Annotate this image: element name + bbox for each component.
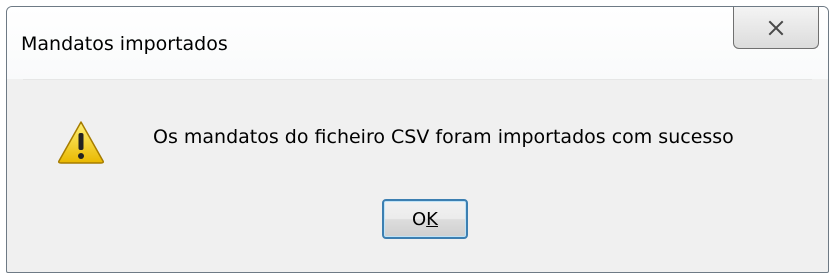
message-dialog: Mandatos importados Os mandatos do fiche… xyxy=(6,6,829,273)
ok-button[interactable]: OK xyxy=(382,199,468,239)
title-bar[interactable]: Mandatos importados xyxy=(7,7,828,79)
dialog-title: Mandatos importados xyxy=(21,33,228,55)
warning-icon xyxy=(58,121,104,164)
ok-button-label: OK xyxy=(412,208,438,230)
close-button[interactable] xyxy=(733,7,819,49)
dialog-content: Os mandatos do ficheiro CSV foram import… xyxy=(23,79,812,258)
close-icon xyxy=(768,20,784,36)
dialog-message: Os mandatos do ficheiro CSV foram import… xyxy=(153,126,734,148)
